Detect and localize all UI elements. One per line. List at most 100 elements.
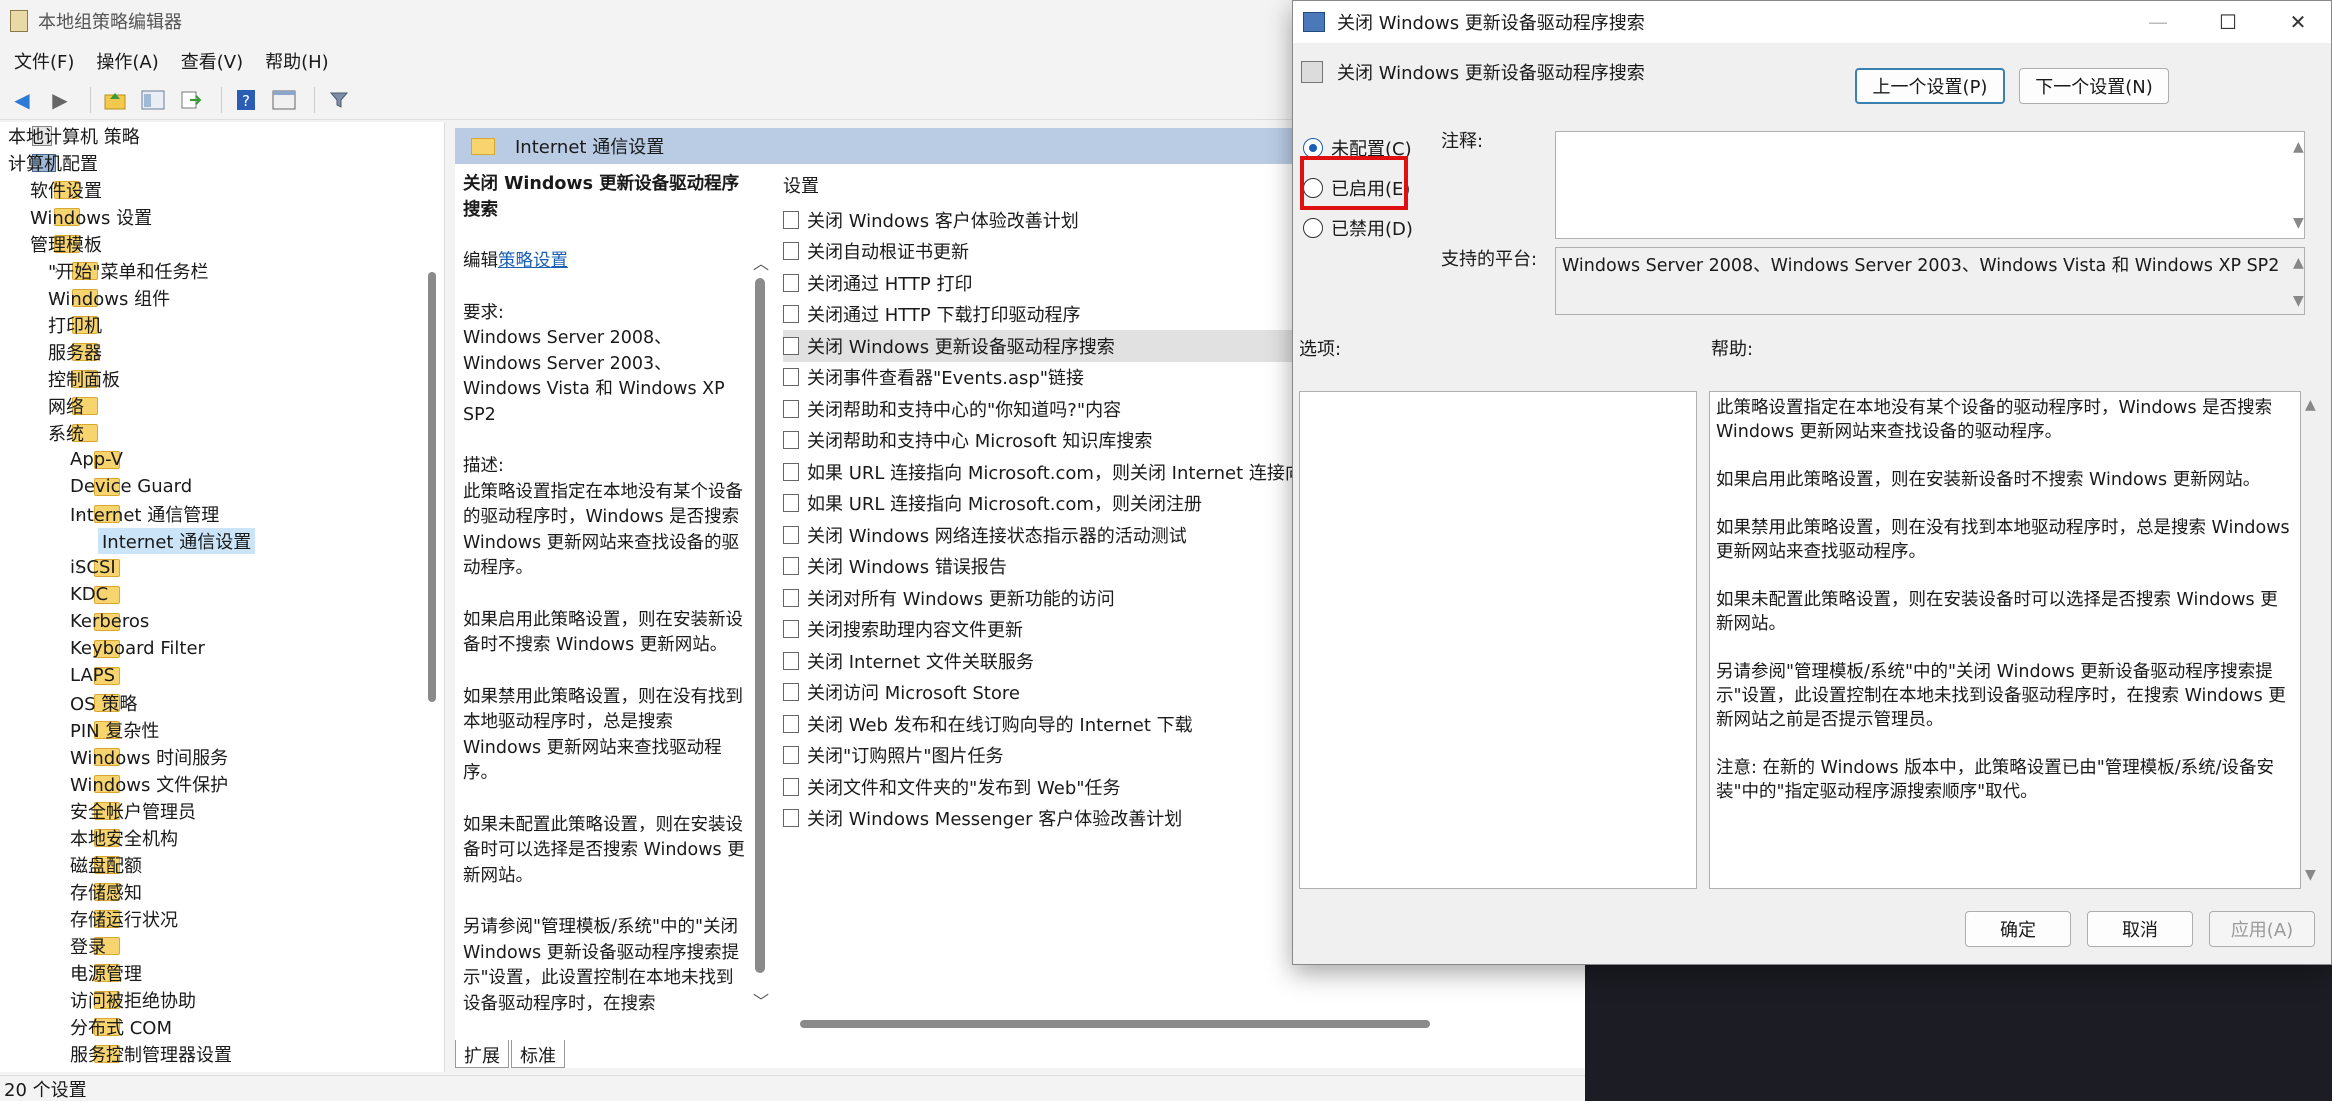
tree-item[interactable]: KDC [70, 581, 128, 608]
radio-unselected-icon[interactable] [1303, 218, 1323, 238]
tree-item[interactable]: › App-V [70, 446, 128, 473]
setting-row[interactable]: 关闭通过 HTTP 下载打印驱动程序 [783, 299, 1283, 331]
back-icon[interactable]: ◀ [6, 84, 38, 116]
setting-row[interactable]: 关闭 Windows 网络连接状态指示器的活动测试 [783, 519, 1283, 551]
tree-scrollbar[interactable] [428, 272, 436, 702]
tree-item[interactable]: › Windows 时间服务 [70, 743, 228, 770]
tree-item[interactable]: Keyboard Filter [70, 635, 205, 662]
window-title: 本地组策略编辑器 [38, 12, 182, 33]
apply-button[interactable]: 应用(A) [2209, 911, 2315, 947]
setting-row[interactable]: 关闭 Windows 客户体验改善计划 [783, 204, 1283, 236]
list-column-header[interactable]: 设置 [783, 172, 819, 198]
scroll-down-icon[interactable]: ▼ [2293, 293, 2304, 309]
tree-item[interactable]: ⌄ Internet 通信管理 [70, 500, 219, 527]
maximize-icon[interactable]: ☐ [2193, 1, 2263, 43]
show-hide-tree-icon[interactable] [137, 84, 169, 116]
tree-item[interactable]: › 电源管理 [70, 959, 142, 986]
setting-row[interactable]: 关闭事件查看器"Events.asp"链接 [783, 362, 1283, 394]
next-setting-button[interactable]: 下一个设置(N) [2019, 68, 2169, 104]
forward-icon[interactable]: ▶ [44, 84, 76, 116]
tree-item[interactable]: › 网络 [48, 392, 106, 419]
tree-item[interactable]: 存储运行状况 [70, 905, 178, 932]
setting-row[interactable]: 关闭通过 HTTP 打印 [783, 267, 1283, 299]
tree-item[interactable]: ⌄ 管理模板 [30, 230, 102, 257]
tree-item[interactable]: 服务器 [48, 338, 106, 365]
cancel-button[interactable]: 取消 [2087, 911, 2193, 947]
tree-item[interactable]: 磁盘配额 [70, 851, 142, 878]
scroll-up-icon[interactable]: ▲ [2293, 139, 2304, 155]
scroll-up-icon[interactable]: ▲ [2305, 397, 2316, 413]
properties-icon[interactable] [268, 84, 300, 116]
tree-item[interactable]: › 服务控制管理器设置 [70, 1040, 232, 1067]
scroll-down-icon[interactable]: ﹀ [753, 988, 769, 1012]
setting-row[interactable]: 关闭 Windows Messenger 客户体验改善计划 [783, 803, 1283, 835]
setting-row[interactable]: 如果 URL 连接指向 Microsoft.com，则关闭 Internet 连… [783, 456, 1320, 488]
menu-help[interactable]: 帮助(H) [265, 48, 329, 74]
setting-row[interactable]: 关闭对所有 Windows 更新功能的访问 [783, 582, 1283, 614]
tab-extended[interactable]: 扩展 [455, 1040, 509, 1068]
setting-row[interactable]: 关闭访问 Microsoft Store [783, 677, 1283, 709]
setting-row[interactable]: 关闭自动根证书更新 [783, 236, 1283, 268]
setting-row[interactable]: 关闭帮助和支持中心 Microsoft 知识库搜索 [783, 425, 1283, 457]
tree-item[interactable]: › Windows 组件 [48, 284, 170, 311]
tree-item[interactable]: Device Guard [70, 473, 192, 500]
tree-item[interactable]: › Windows 设置 [30, 203, 152, 230]
tree-item[interactable]: 访问被拒绝协助 [70, 986, 196, 1013]
setting-row[interactable]: 关闭 Web 发布和在线订购向导的 Internet 下载 [783, 708, 1283, 740]
tree-item[interactable]: Internet 通信设置 [98, 527, 256, 554]
up-folder-icon[interactable] [99, 84, 131, 116]
menu-file[interactable]: 文件(F) [14, 48, 74, 74]
scroll-up-icon[interactable]: ︿ [753, 250, 769, 274]
tree-item[interactable]: › iSCSI [70, 554, 128, 581]
tree-item[interactable]: 登录 [70, 932, 128, 959]
desc-scrollbar[interactable] [755, 278, 765, 973]
policy-dialog: 关闭 Windows 更新设备驱动程序搜索 — ☐ ✕ 关闭 Windows 更… [1292, 0, 2332, 965]
setting-row[interactable]: 关闭 Windows 错误报告 [783, 551, 1283, 583]
tree-item[interactable]: 本地安全机构 [70, 824, 178, 851]
tree-item[interactable]: Windows 文件保护 [70, 770, 228, 797]
setting-row[interactable]: 如果 URL 连接指向 Microsoft.com，则关闭注册 [783, 488, 1283, 520]
tree-item[interactable]: › 分布式 COM [70, 1013, 172, 1040]
tree-item[interactable]: 打印机 [48, 311, 106, 338]
scroll-up-icon[interactable]: ▲ [2293, 255, 2304, 271]
tree-item[interactable]: ⌄ 系统 [48, 419, 106, 446]
help-icon[interactable]: ? [230, 84, 262, 116]
minimize-icon[interactable]: — [2123, 1, 2193, 43]
export-list-icon[interactable] [175, 84, 207, 116]
menu-view[interactable]: 查看(V) [181, 48, 243, 74]
radio-selected-icon[interactable] [1303, 138, 1323, 158]
tree-item[interactable]: › 控制面板 [48, 365, 120, 392]
radio-disabled[interactable]: 已禁用(D) [1303, 215, 1413, 241]
tree-item[interactable]: OS 策略 [70, 689, 137, 716]
close-icon[interactable]: ✕ [2263, 1, 2332, 43]
scroll-down-icon[interactable]: ▼ [2305, 867, 2316, 883]
previous-setting-button[interactable]: 上一个设置(P) [1855, 68, 2005, 104]
scroll-down-icon[interactable]: ▼ [2293, 215, 2304, 231]
setting-row[interactable]: 关闭帮助和支持中心的"你知道吗?"内容 [783, 393, 1283, 425]
setting-row[interactable]: 关闭文件和文件夹的"发布到 Web"任务 [783, 771, 1283, 803]
tree-item[interactable]: PIN 复杂性 [70, 716, 159, 743]
menu-action[interactable]: 操作(A) [96, 48, 158, 74]
edit-policy-link[interactable]: 策略设置 [498, 251, 568, 271]
comment-field[interactable] [1555, 131, 2305, 239]
tree-item[interactable]: › "开始"菜单和任务栏 [48, 257, 209, 284]
tree-item[interactable]: 本地计算机 策略 [8, 122, 140, 149]
tree-item-label: 服务器 [48, 342, 102, 364]
tree-item-label: Internet 通信设置 [98, 527, 256, 554]
setting-row[interactable]: 关闭"订购照片"图片任务 [783, 740, 1283, 772]
setting-row[interactable]: 关闭 Internet 文件关联服务 [783, 645, 1283, 677]
tree-item[interactable]: › 软件设置 [30, 176, 102, 203]
filter-icon[interactable] [323, 84, 355, 116]
ok-button[interactable]: 确定 [1965, 911, 2071, 947]
setting-row[interactable]: 关闭 Windows 更新设备驱动程序搜索 [783, 330, 1303, 362]
tree-item[interactable]: ⌄ 计算机配置 [8, 149, 98, 176]
horizontal-scrollbar[interactable] [800, 1020, 1430, 1028]
pane-header-title: Internet 通信设置 [515, 137, 665, 158]
tree-item[interactable]: Kerberos [70, 608, 149, 635]
tree-item[interactable]: 存储感知 [70, 878, 142, 905]
policy-tree[interactable]: 本地计算机 策略 ⌄ 计算机配置 › 软件设置 › Windows 设置 ⌄ 管理模板 › "开始"… [0, 122, 445, 1072]
tree-item[interactable]: LAPS [70, 662, 128, 689]
tab-standard[interactable]: 标准 [511, 1040, 565, 1068]
setting-row[interactable]: 关闭搜索助理内容文件更新 [783, 614, 1283, 646]
tree-item[interactable]: 安全帐户管理员 [70, 797, 196, 824]
